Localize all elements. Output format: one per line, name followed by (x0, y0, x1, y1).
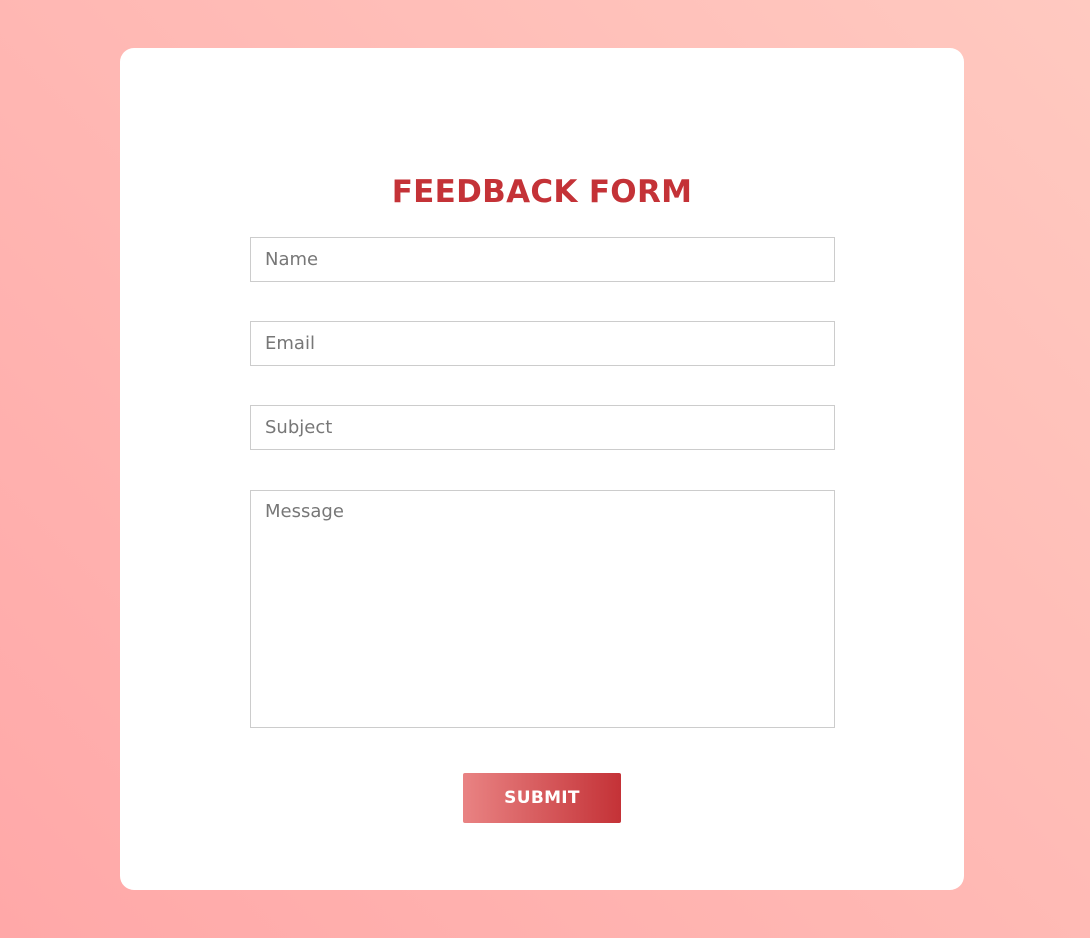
message-textarea[interactable] (250, 490, 835, 728)
form-title: FEEDBACK FORM (391, 174, 693, 210)
feedback-form-card: FEEDBACK FORM SUBMIT (120, 48, 964, 890)
name-input[interactable] (250, 237, 835, 282)
email-input[interactable] (250, 321, 835, 366)
subject-input[interactable] (250, 405, 835, 450)
submit-button[interactable]: SUBMIT (463, 773, 621, 823)
